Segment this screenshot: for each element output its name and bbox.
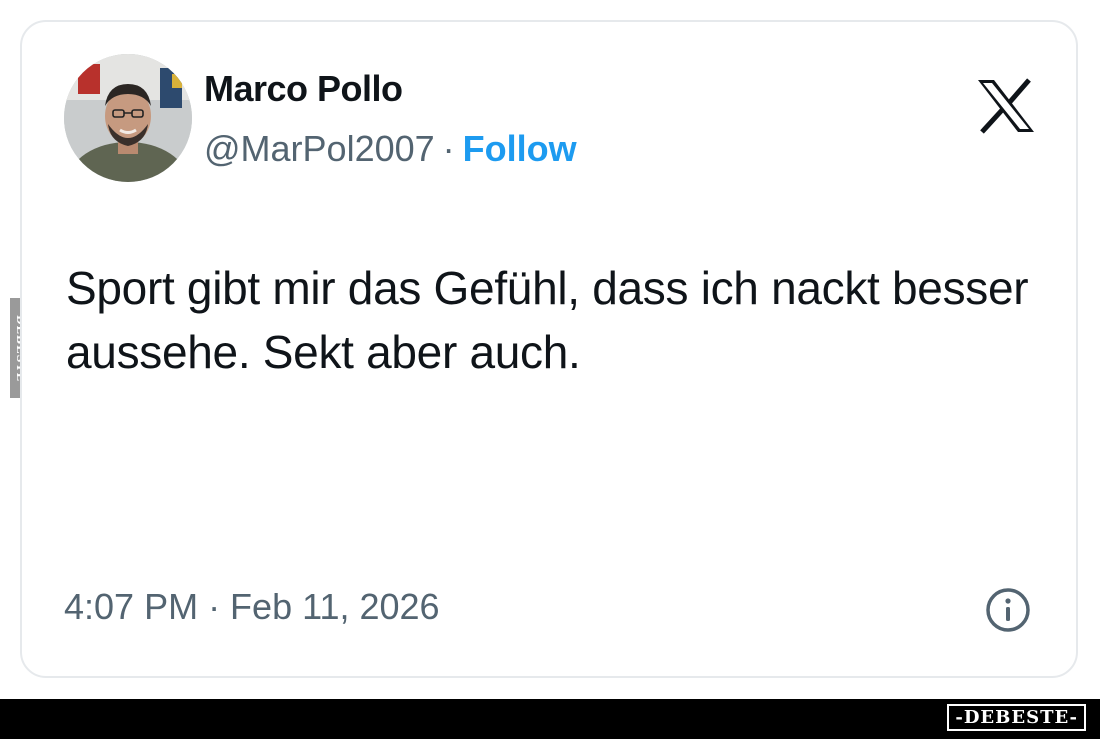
page: DEBESTE Marco Pollo @MarP (0, 0, 1100, 739)
x-logo-icon[interactable] (976, 78, 1036, 134)
footer-watermark: -DEBESTE- (947, 704, 1086, 731)
footer-bar: -DEBESTE- (0, 699, 1100, 739)
tweet-card[interactable]: Marco Pollo @MarPol2007 · Follow Sport gib… (20, 20, 1078, 678)
author-handle[interactable]: @MarPol2007 (204, 128, 435, 169)
tweet-text: Sport gibt mir das Gefühl, dass ich nack… (66, 262, 1029, 378)
author-handle-row: @MarPol2007 · Follow (204, 128, 577, 170)
handle-separator: · (442, 128, 455, 169)
tweet-timestamp[interactable]: 4:07 PM · Feb 11, 2026 (64, 586, 440, 628)
avatar-image (64, 54, 192, 182)
info-icon[interactable] (984, 586, 1032, 634)
author-name[interactable]: Marco Pollo (204, 68, 403, 110)
avatar[interactable] (64, 54, 192, 182)
follow-button[interactable]: Follow (463, 128, 577, 169)
